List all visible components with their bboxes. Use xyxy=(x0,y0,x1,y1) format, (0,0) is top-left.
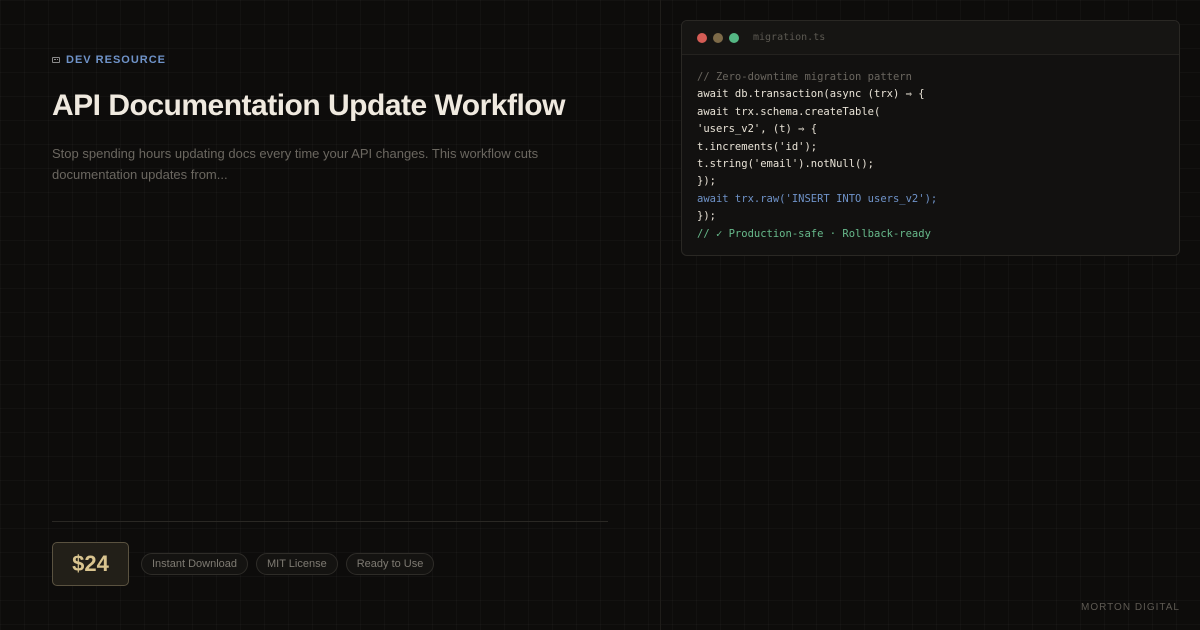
horizontal-divider xyxy=(52,521,608,522)
code-block: // Zero-downtime migration pattern await … xyxy=(682,55,1179,243)
editor-filename: migration.ts xyxy=(753,32,826,43)
og-card: DEV RESOURCE API Documentation Update Wo… xyxy=(0,0,1200,630)
code-line: await db.transaction(async (trx) ⇒ { xyxy=(697,88,925,101)
tag-mit-license: MIT License xyxy=(256,553,338,575)
footer: $24 Instant Download MIT License Ready t… xyxy=(52,542,435,586)
code-line: t.increments('id'); xyxy=(697,140,818,153)
vertical-divider xyxy=(660,0,661,630)
code-line: }); xyxy=(697,210,716,223)
code-line: await trx.raw('INSERT INTO users_v2'); xyxy=(697,192,938,205)
description: Stop spending hours updating docs every … xyxy=(52,146,539,182)
maximize-dot-icon xyxy=(729,32,739,43)
eyebrow-label: DEV RESOURCE xyxy=(66,54,167,66)
code-line: }); xyxy=(697,175,716,188)
tag-instant-download: Instant Download xyxy=(141,553,248,575)
code-line: t.string('email').notNull(); xyxy=(697,158,875,171)
code-line: 'users_v2', (t) ⇒ { xyxy=(697,123,818,136)
code-line: await trx.schema.createTable( xyxy=(697,105,881,118)
code-editor: migration.ts // Zero-downtime migration … xyxy=(681,20,1180,256)
minimize-dot-icon xyxy=(713,32,723,43)
brand-label: MORTON DIGITAL xyxy=(1080,602,1180,613)
page-title: API Documentation Update Workflow xyxy=(52,89,565,122)
code-line: // Zero-downtime migration pattern xyxy=(697,71,912,83)
code-line: // ✓ Production-safe · Rollback-ready xyxy=(697,227,931,240)
keyboard-icon xyxy=(52,57,60,63)
eyebrow: DEV RESOURCE xyxy=(52,54,612,66)
close-dot-icon xyxy=(697,32,707,43)
editor-titlebar: migration.ts xyxy=(682,21,1179,55)
price-badge: $24 xyxy=(52,542,129,586)
left-panel: DEV RESOURCE API Documentation Update Wo… xyxy=(52,54,612,185)
tag-ready-to-use: Ready to Use xyxy=(345,553,435,575)
